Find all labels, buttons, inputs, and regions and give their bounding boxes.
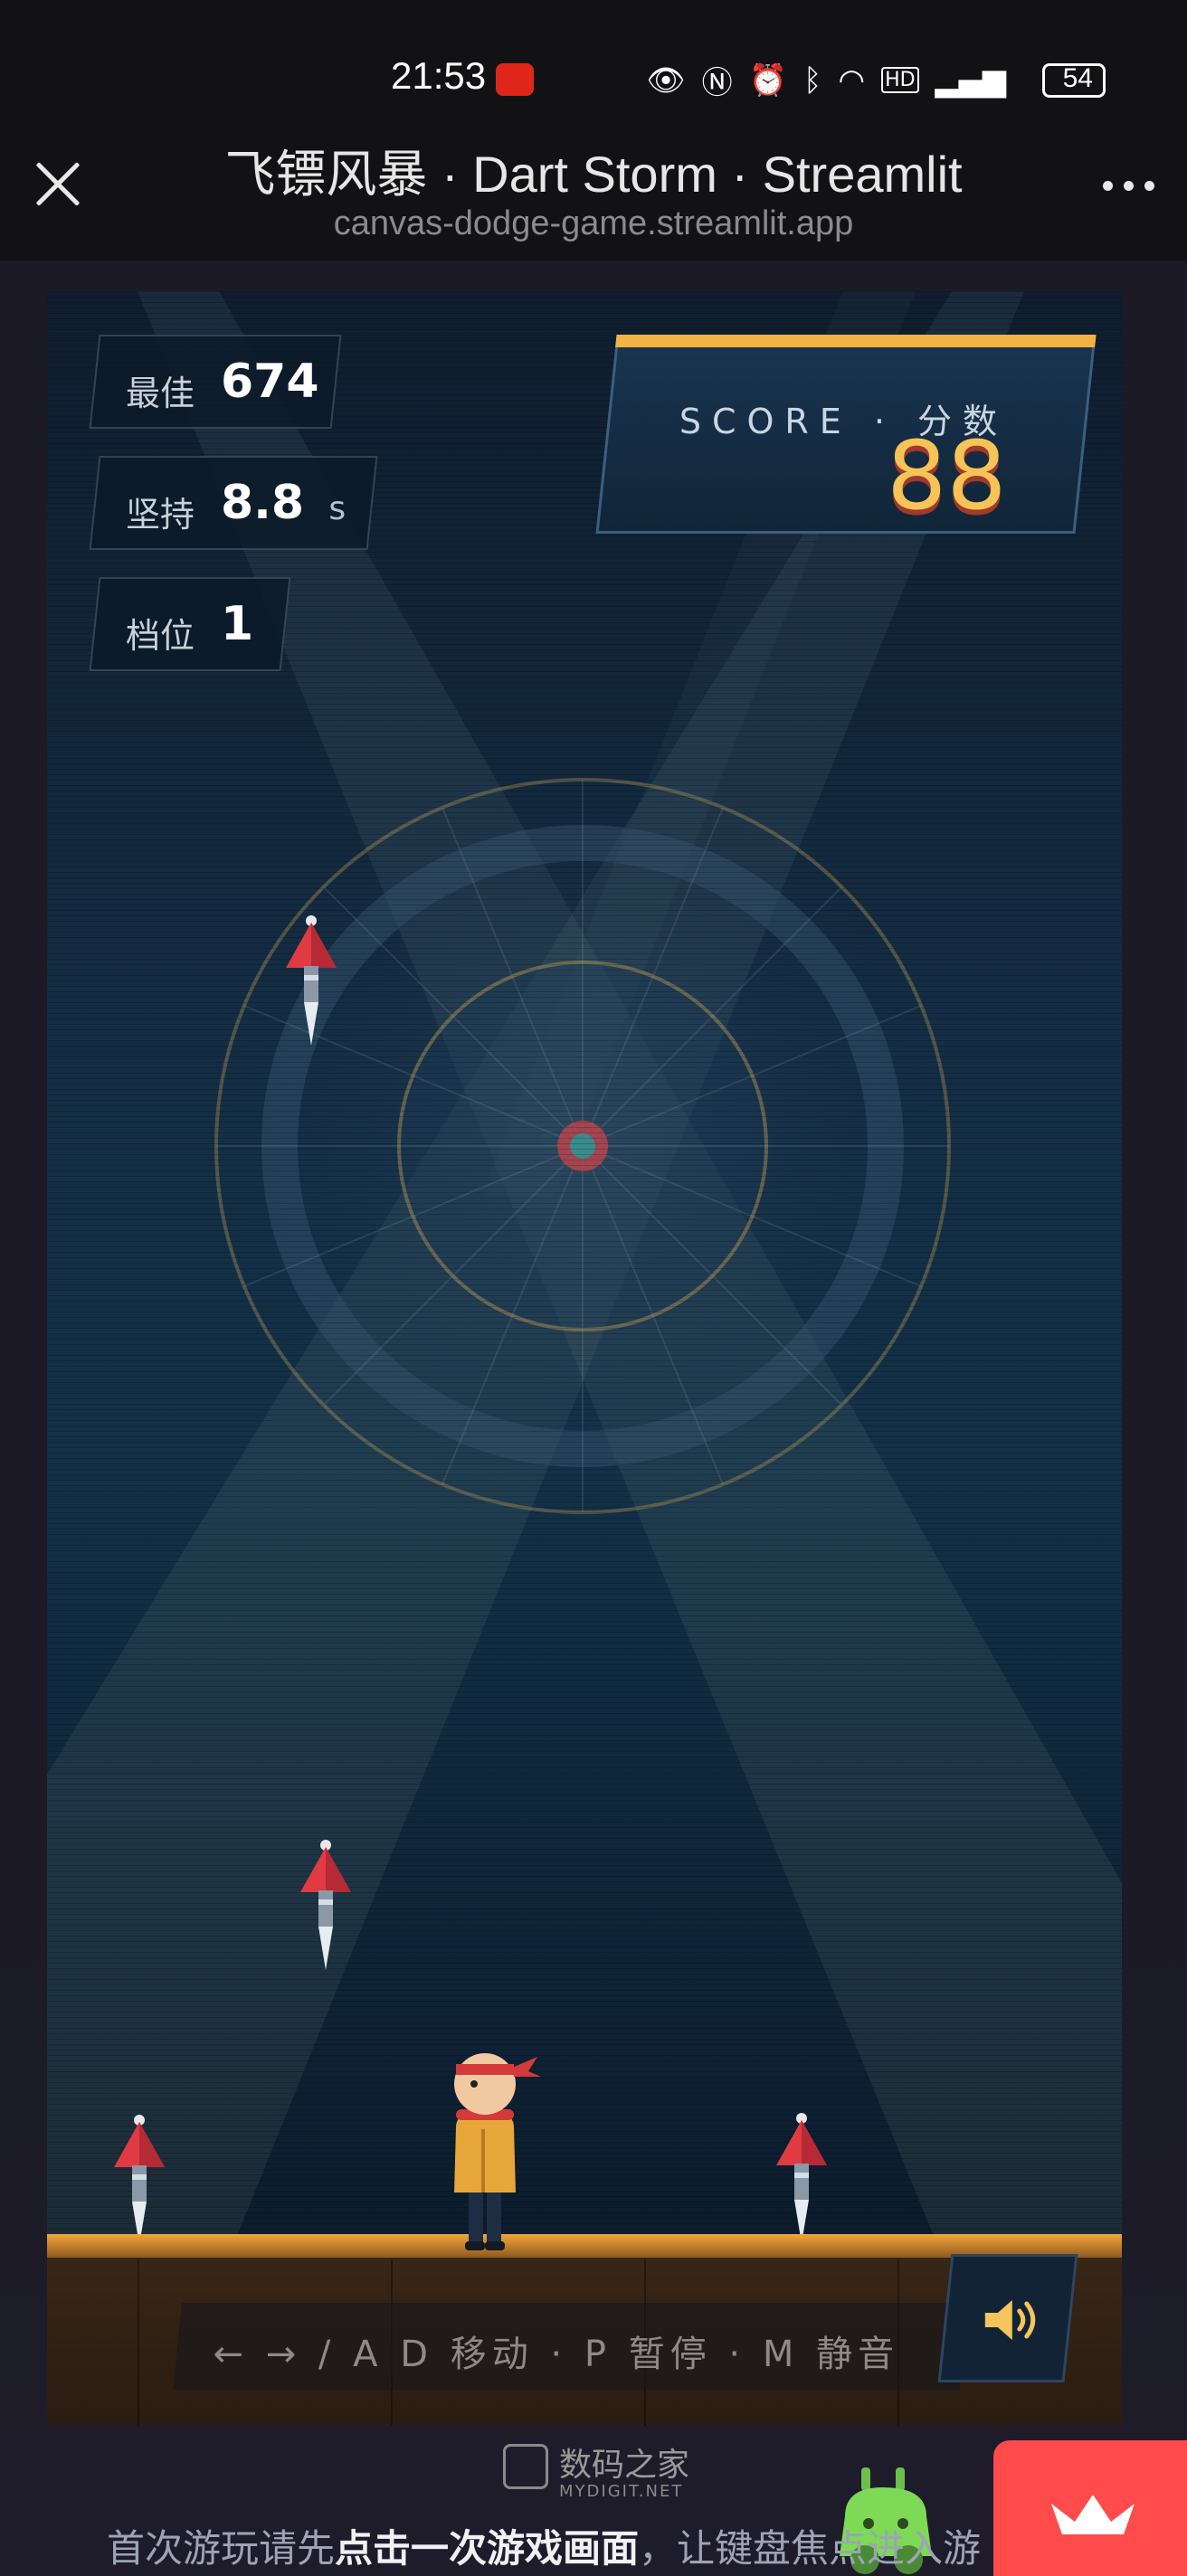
survive-time-value: 8.8 [221, 476, 305, 530]
dart-icon [776, 2113, 827, 2243]
player-character [454, 2053, 541, 2250]
car-brand-icon [496, 63, 534, 96]
status-icons: 👁 Ⓝ ⏰ ᛒ ◠ HD ▂▄▆ [646, 58, 1006, 102]
dart-icon [300, 1840, 351, 1970]
streamlit-crown-icon [1051, 2495, 1135, 2534]
battery-level: 54 [1062, 63, 1093, 93]
status-bar: 21:53 👁 Ⓝ ⏰ ᛒ ◠ HD ▂▄▆ 54 [0, 0, 1187, 154]
level-panel: 档位 1 [89, 577, 291, 671]
survive-time-label: 坚持 [126, 495, 195, 535]
bottom-hint: 首次游玩请先点击一次游戏画面，让键盘焦点进入游 [107, 2518, 981, 2573]
watermark-logo-icon [503, 2444, 548, 2489]
score-value: 88 [886, 421, 1007, 531]
watermark-name: 数码之家 [559, 2447, 690, 2484]
game-canvas[interactable]: 最佳 674 坚持 8.8 s 档位 1 SCORE · 分数 88 ← → /… [47, 291, 1122, 2426]
wifi-icon: ◠ [838, 62, 866, 99]
survive-time-unit: s [328, 490, 347, 527]
level-value: 1 [221, 597, 254, 651]
bottom-hint-before: 首次游玩请先 [107, 2526, 336, 2571]
best-score-label: 最佳 [126, 374, 195, 413]
score-panel: SCORE · 分数 88 [595, 335, 1097, 534]
signal-icon: ▂▄▆ [935, 62, 1006, 99]
controls-hint-text: ← → / A D 移动 · P 暂停 · M 静音 [213, 2334, 900, 2375]
bottom-hint-bold: 点击一次游戏画面 [335, 2526, 640, 2571]
best-score-panel: 最佳 674 [89, 335, 342, 429]
dart-icon [114, 2115, 165, 2245]
streamlit-badge-button[interactable] [993, 2440, 1187, 2576]
page-url: canvas-dodge-game.streamlit.app [333, 204, 854, 242]
best-score-value: 674 [221, 355, 319, 409]
volume-icon [984, 2300, 1036, 2340]
page-title: 飞镖风暴 · Dart Storm · Streamlit [224, 146, 963, 203]
level-label: 档位 [126, 616, 195, 656]
hd-icon: HD [881, 67, 919, 93]
nfc-icon: Ⓝ [701, 65, 733, 101]
bluetooth-icon: ᛒ [802, 62, 822, 99]
controls-hint: ← → / A D 移动 · P 暂停 · M 静音 [172, 2303, 970, 2390]
dart-icon [286, 915, 337, 1046]
sound-toggle-button[interactable] [937, 2254, 1078, 2382]
survive-time-panel: 坚持 8.8 s [89, 456, 378, 550]
alarm-icon: ⏰ [748, 62, 787, 99]
more-options-icon[interactable] [1103, 181, 1154, 191]
watermark: 数码之家 MYDIGIT.NET [559, 2439, 689, 2501]
watermark-domain: MYDIGIT.NET [559, 2482, 684, 2501]
status-time: 21:53 [391, 54, 487, 97]
bottom-hint-after: ，让键盘焦点进入游 [639, 2526, 982, 2571]
eye-icon: 👁 [646, 62, 686, 99]
